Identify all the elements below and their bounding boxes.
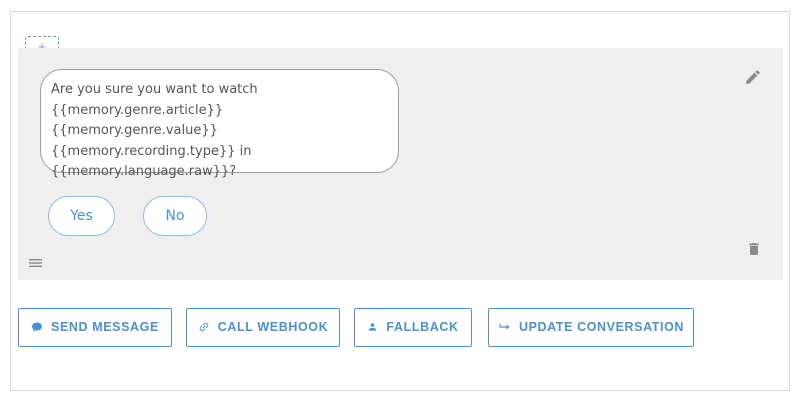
link-icon: [199, 322, 209, 331]
fallback-button[interactable]: FALLBACK: [354, 308, 472, 347]
send-message-label: SEND MESSAGE: [51, 320, 159, 334]
message-bubble[interactable]: Are you sure you want to watch {{memory.…: [40, 69, 399, 179]
update-conversation-label: UPDATE CONVERSATION: [518, 320, 685, 334]
fallback-label: FALLBACK: [386, 320, 459, 334]
call-webhook-button[interactable]: CALL WEBHOOK: [186, 308, 340, 347]
call-webhook-label: CALL WEBHOOK: [217, 320, 329, 334]
drag-handle-icon[interactable]: [28, 256, 44, 268]
redirect-arrow-icon: [499, 323, 510, 330]
quick-reply-label: Yes: [70, 208, 93, 224]
pencil-icon[interactable]: [744, 68, 762, 86]
trash-icon[interactable]: [746, 240, 762, 258]
chat-bubble-icon: [32, 322, 43, 332]
update-conversation-button[interactable]: UPDATE CONVERSATION: [488, 308, 694, 347]
send-message-button[interactable]: SEND MESSAGE: [18, 308, 172, 347]
person-icon: [369, 323, 377, 331]
quick-reply-yes[interactable]: Yes: [48, 196, 115, 236]
quick-reply-no[interactable]: No: [143, 196, 207, 236]
quick-reply-label: No: [165, 208, 185, 224]
